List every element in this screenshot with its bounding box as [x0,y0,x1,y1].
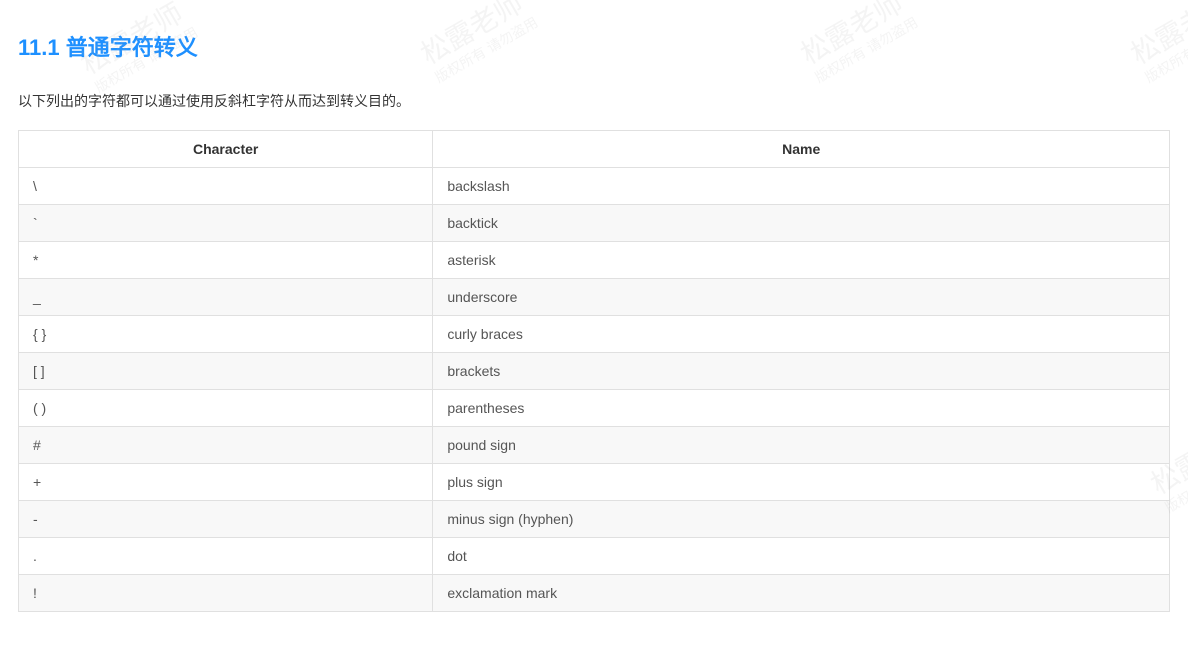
intro-paragraph: 以下列出的字符都可以通过使用反斜杠字符从而达到转义目的。 [18,90,1170,112]
table-header-character: Character [19,131,433,168]
table-row: .dot [19,538,1170,575]
table-cell-character: [ ] [19,353,433,390]
table-row: +plus sign [19,464,1170,501]
table-cell-character: # [19,427,433,464]
table-cell-name: asterisk [433,242,1170,279]
escape-characters-table: Character Name \backslash`backtick*aster… [18,130,1170,612]
table-row: \backslash [19,168,1170,205]
table-cell-character: { } [19,316,433,353]
table-cell-name: underscore [433,279,1170,316]
table-cell-name: brackets [433,353,1170,390]
table-cell-character: ` [19,205,433,242]
table-cell-name: backslash [433,168,1170,205]
table-cell-name: backtick [433,205,1170,242]
table-row: !exclamation mark [19,575,1170,612]
table-cell-character: - [19,501,433,538]
table-header-name: Name [433,131,1170,168]
table-row: _underscore [19,279,1170,316]
table-cell-name: parentheses [433,390,1170,427]
table-cell-name: curly braces [433,316,1170,353]
table-cell-character: * [19,242,433,279]
section-heading: 11.1 普通字符转义 [18,30,1170,62]
table-cell-name: minus sign (hyphen) [433,501,1170,538]
table-cell-character: \ [19,168,433,205]
table-row: { }curly braces [19,316,1170,353]
table-cell-character: ! [19,575,433,612]
table-row: `backtick [19,205,1170,242]
table-cell-character: _ [19,279,433,316]
table-cell-character: + [19,464,433,501]
table-cell-name: dot [433,538,1170,575]
table-row: -minus sign (hyphen) [19,501,1170,538]
table-header-row: Character Name [19,131,1170,168]
table-row: #pound sign [19,427,1170,464]
table-cell-name: exclamation mark [433,575,1170,612]
table-row: [ ]brackets [19,353,1170,390]
table-cell-character: ( ) [19,390,433,427]
table-row: *asterisk [19,242,1170,279]
table-cell-name: pound sign [433,427,1170,464]
table-row: ( )parentheses [19,390,1170,427]
table-cell-name: plus sign [433,464,1170,501]
table-cell-character: . [19,538,433,575]
